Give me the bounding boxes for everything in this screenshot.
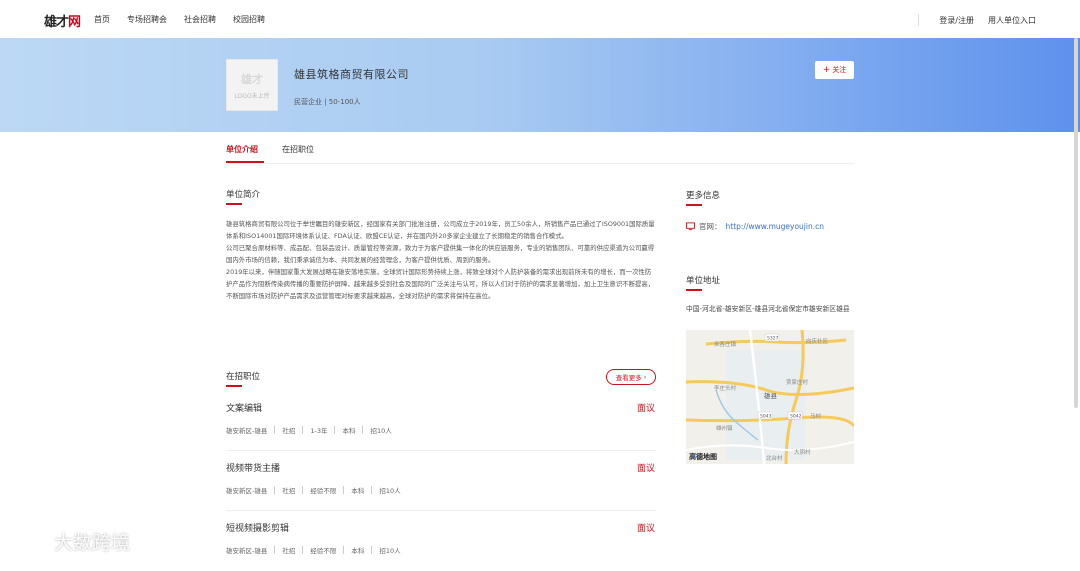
map-label: 北台村 — [766, 454, 783, 462]
job-tag: 1-3年 — [310, 427, 328, 435]
job-salary: 面议 — [636, 464, 655, 474]
job-tag: 社招 — [282, 427, 296, 435]
job-tag: 雄安新区-雄县 — [226, 547, 268, 555]
job-item[interactable]: 短视频摄影剪辑 面议 雄安新区-雄县 社招 经验不限 本科 招10人 — [226, 521, 656, 571]
monitor-icon — [686, 222, 695, 231]
follow-button[interactable]: + 关注 — [815, 61, 854, 79]
website-label: 官网： — [699, 222, 722, 231]
site-logo[interactable]: 雄才网 — [44, 11, 81, 30]
chevron-right-icon: › — [643, 373, 647, 381]
navigation-arrow-icon — [689, 452, 697, 460]
company-banner — [0, 38, 1080, 132]
view-more-button[interactable]: 查看更多 › — [606, 369, 656, 385]
tab-open-jobs[interactable]: 在招职位 — [282, 144, 314, 155]
employer-entry-link[interactable]: 用人单位入口 — [988, 15, 1036, 26]
company-name: 雄县筑格商贸有限公司 — [294, 68, 409, 81]
address-text: 中国-河北省-雄安新区-雄县河北省保定市雄安新区雄县 — [686, 305, 850, 313]
job-tag: 社招 — [282, 487, 296, 495]
map-roads: 米各庄镇 向庆社区 李庄头村 贾家庄村 雄县 雄州镇 大阴村 马村 北台村 53… — [686, 330, 854, 464]
company-logo: 雄才 LOGO未上传 — [226, 59, 278, 111]
website-row: 官网： http://www.mugeyoujin.cn — [686, 221, 824, 232]
login-link[interactable]: 登录/注册 — [939, 15, 974, 26]
map-label: 李庄头村 — [714, 384, 737, 392]
follow-label: 关注 — [832, 66, 847, 74]
plus-icon: + — [822, 64, 831, 75]
intro-text: 雄县筑格商贸有限公司位于举世瞩目的雄安新区，经国家有关部门批准注册，公司成立于2… — [226, 218, 656, 302]
job-tag: 经验不限 — [310, 487, 337, 495]
nav-right: 登录/注册 用人单位入口 — [918, 14, 1036, 26]
job-tag: 招10人 — [379, 547, 401, 555]
map-label: 向庆社区 — [806, 337, 829, 345]
divider — [226, 450, 656, 451]
nav-link-social-recruit[interactable]: 社会招聘 — [184, 14, 216, 25]
road-label: 5042 — [790, 414, 802, 420]
nav-link-home[interactable]: 首页 — [94, 14, 110, 25]
more-info-title: 更多信息 — [686, 189, 720, 206]
map-label: 贾家庄村 — [786, 378, 809, 386]
map-label: 雄州镇 — [716, 424, 733, 432]
logo-text-a: 雄才 — [44, 15, 69, 30]
job-salary: 面议 — [636, 404, 655, 414]
map-label: 马村 — [810, 412, 822, 420]
job-item[interactable]: 视频带货主播 面议 雄安新区-雄县 社招 经验不限 本科 招10人 — [226, 461, 656, 511]
nav-links: 首页 专场招聘会 社会招聘 校园招聘 — [94, 14, 265, 25]
intro-title: 单位简介 — [226, 188, 260, 205]
company-meta: 民营企业 | 50-100人 — [294, 98, 361, 106]
watermark-logo-icon — [10, 533, 45, 551]
job-tags: 雄安新区-雄县 社招 经验不限 本科 招10人 — [226, 545, 401, 555]
nav-link-job-fair[interactable]: 专场招聘会 — [127, 14, 167, 25]
job-tag: 雄安新区-雄县 — [226, 427, 268, 435]
intro-paragraph: 2019年以来，伴随国家重大发展战略在雄安落地实施，全球贸计国际形势持续上涨，将… — [226, 268, 655, 300]
job-tag: 社招 — [282, 547, 296, 555]
road-label: 5327 — [767, 336, 779, 342]
job-tag: 雄安新区-雄县 — [226, 487, 268, 495]
job-tag: 经验不限 — [310, 547, 337, 555]
location-map[interactable]: 米各庄镇 向庆社区 李庄头村 贾家庄村 雄县 雄州镇 大阴村 马村 北台村 53… — [686, 330, 854, 464]
tab-company-intro[interactable]: 单位介绍 — [226, 144, 258, 155]
page-scrollbar[interactable] — [1074, 38, 1078, 408]
job-tag: 招10人 — [379, 487, 401, 495]
nav-link-campus-recruit[interactable]: 校园招聘 — [233, 14, 265, 25]
road-label: 5043 — [760, 414, 772, 420]
job-tag: 本科 — [351, 547, 365, 555]
top-nav: 雄才网 首页 专场招聘会 社会招聘 校园招聘 登录/注册 用人单位入口 — [0, 0, 1080, 38]
job-tag: 本科 — [351, 487, 365, 495]
tabs: 单位介绍 在招职位 — [226, 140, 854, 164]
address-title: 单位地址 — [686, 274, 720, 291]
job-title[interactable]: 文案编辑 — [226, 401, 262, 414]
job-tags: 雄安新区-雄县 社招 经验不限 本科 招10人 — [226, 485, 401, 495]
website-link[interactable]: http://www.mugeyoujin.cn — [726, 222, 824, 231]
logo-text-b: 网 — [68, 15, 81, 30]
divider — [226, 510, 656, 511]
job-title[interactable]: 视频带货主播 — [226, 461, 280, 474]
job-title[interactable]: 短视频摄影剪辑 — [226, 521, 289, 534]
intro-paragraph: 雄县筑格商贸有限公司位于举世瞩目的雄安新区，经国家有关部门批准注册，公司成立于2… — [226, 220, 655, 240]
map-label: 雄县 — [764, 391, 778, 400]
job-item[interactable]: 文案编辑 面议 雄安新区-雄县 社招 1-3年 本科 招10人 — [226, 401, 656, 451]
job-tag: 招10人 — [370, 427, 392, 435]
map-label: 米各庄镇 — [714, 340, 737, 348]
map-provider-logo: 高德地图 — [689, 452, 717, 462]
job-tag: 本科 — [342, 427, 356, 435]
map-label: 大阴村 — [794, 448, 811, 456]
logo-placeholder-mark: 雄才 — [241, 72, 263, 86]
nav-divider — [918, 14, 920, 26]
intro-paragraph: 公司已聚合原材料等、成品配、包装品设计、质量管控等资源，致力于为客户提供集一体化… — [226, 244, 655, 264]
watermark: 大数跨境 — [8, 528, 130, 555]
active-tab-indicator — [226, 161, 264, 163]
job-salary: 面议 — [636, 524, 655, 534]
watermark-text: 大数跨境 — [54, 532, 131, 554]
job-tags: 雄安新区-雄县 社招 1-3年 本科 招10人 — [226, 425, 392, 435]
logo-placeholder-caption: LOGO未上传 — [234, 92, 270, 100]
jobs-title: 在招职位 — [226, 370, 260, 387]
view-more-label: 查看更多 — [615, 374, 642, 382]
